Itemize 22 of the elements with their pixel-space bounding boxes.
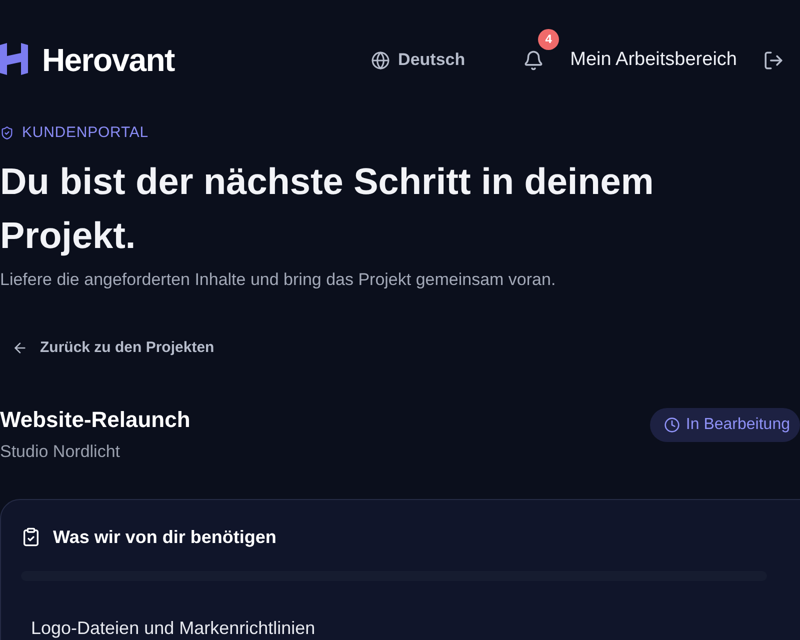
workspace-link[interactable]: Mein Arbeitsbereich <box>570 46 737 74</box>
card-title: Was wir von dir benötigen <box>53 526 276 549</box>
back-link[interactable]: Zurück zu den Projekten <box>12 337 214 360</box>
clock-icon <box>664 417 680 434</box>
request-item[interactable]: Logo-Dateien und Markenrichtlinien <box>31 614 800 640</box>
logout-icon <box>763 50 784 70</box>
shield-icon <box>0 126 14 140</box>
notification-count: 4 <box>538 28 560 50</box>
eyebrow-label: KUNDENPORTAL <box>22 123 148 143</box>
status-badge: In Bearbeitung <box>650 408 800 442</box>
page-subtitle: Liefere die angeforderten Inhalte und bring das Projekt gemeinsam voran. <box>0 268 557 290</box>
language-button[interactable]: Deutsch <box>371 47 466 73</box>
logo-icon <box>0 43 28 75</box>
logout-button[interactable] <box>763 50 784 70</box>
globe-icon <box>371 50 390 70</box>
project-name: Website-Relaunch <box>0 409 190 432</box>
bell-icon <box>523 50 544 70</box>
page-title: Du bist der nächste Schritt in deinem Projekt. <box>0 160 655 258</box>
notifications-button[interactable] <box>523 50 544 70</box>
brand-name: Herovant <box>42 41 174 80</box>
client-name: Studio Nordlicht <box>0 441 122 464</box>
clipboard-icon <box>21 527 41 548</box>
